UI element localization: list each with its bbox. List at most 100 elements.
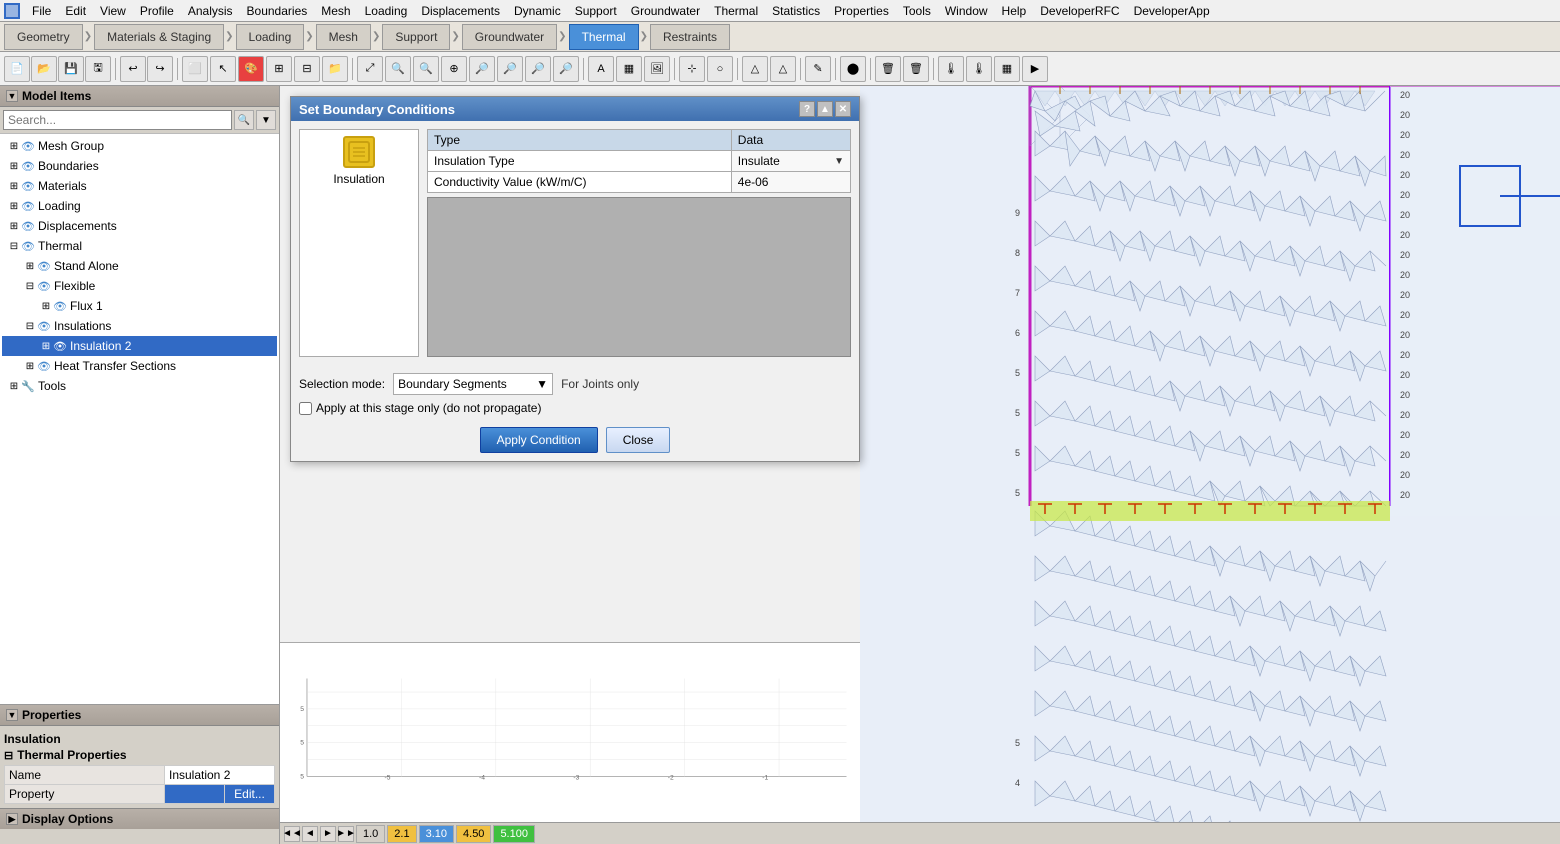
eye-icon[interactable]: 👁: [20, 158, 36, 174]
menu-analysis[interactable]: Analysis: [182, 2, 239, 20]
expand-icon[interactable]: ⊞: [40, 340, 52, 352]
menu-thermal[interactable]: Thermal: [708, 2, 764, 20]
dialog-minimize-btn[interactable]: ▲: [817, 101, 833, 117]
tab-thermal[interactable]: Thermal: [569, 24, 639, 50]
menu-tools[interactable]: Tools: [897, 2, 937, 20]
tb-fit[interactable]: ⤢: [357, 56, 383, 82]
nav-first-btn[interactable]: ◄◄: [284, 826, 300, 842]
props-collapse-btn[interactable]: ▼: [6, 709, 18, 721]
tree-item-insulation2[interactable]: ⊞ 👁 Insulation 2: [2, 336, 277, 356]
expand-icon[interactable]: ⊞: [8, 220, 20, 232]
eye-icon[interactable]: 👁: [20, 218, 36, 234]
menu-profile[interactable]: Profile: [134, 2, 180, 20]
tab-support[interactable]: Support: [382, 24, 450, 50]
dialog-titlebar[interactable]: Set Boundary Conditions ? ▲ ✕: [291, 97, 859, 121]
search-filter-btn[interactable]: ▼: [256, 110, 276, 130]
eye-icon[interactable]: 👁: [52, 298, 68, 314]
expand-icon[interactable]: ⊞: [8, 200, 20, 212]
tb-save[interactable]: 💾: [58, 56, 84, 82]
tb-image[interactable]: 🖼: [644, 56, 670, 82]
menu-developerapp[interactable]: DeveloperApp: [1128, 2, 1216, 20]
menu-edit[interactable]: Edit: [59, 2, 92, 20]
tb-redo[interactable]: ↪: [147, 56, 173, 82]
collapse-btn[interactable]: ▼: [6, 90, 18, 102]
expand-icon[interactable]: ⊞: [8, 160, 20, 172]
eye-icon[interactable]: 👁: [52, 338, 68, 354]
tb-zoom-out2[interactable]: 🔎: [497, 56, 523, 82]
dialog-help-btn[interactable]: ?: [799, 101, 815, 117]
tb-temp[interactable]: 🌡: [966, 56, 992, 82]
tree-item-heat-transfer[interactable]: ⊞ 👁 Heat Transfer Sections: [2, 356, 277, 376]
cond-data-1[interactable]: Insulate ▼: [731, 151, 850, 172]
menu-statistics[interactable]: Statistics: [766, 2, 826, 20]
dialog-close-btn[interactable]: ✕: [835, 101, 851, 117]
tab-geometry[interactable]: Geometry: [4, 24, 83, 50]
tab-groundwater[interactable]: Groundwater: [462, 24, 557, 50]
tb-new[interactable]: 📄: [4, 56, 30, 82]
menu-groundwater[interactable]: Groundwater: [625, 2, 706, 20]
tab-restraints[interactable]: Restraints: [650, 24, 730, 50]
tb-more[interactable]: ▶: [1022, 56, 1048, 82]
selection-mode-dropdown[interactable]: Boundary Segments ▼: [393, 373, 553, 395]
menu-dynamic[interactable]: Dynamic: [508, 2, 567, 20]
tb-table[interactable]: ⊞: [266, 56, 292, 82]
eye-icon[interactable]: 👁: [36, 258, 52, 274]
cond-data-2[interactable]: 4e-06: [731, 172, 850, 193]
tb-zoom-area[interactable]: ⊕: [441, 56, 467, 82]
tb-select[interactable]: ↖: [210, 56, 236, 82]
tree-item-flux1[interactable]: ⊞ 👁 Flux 1: [2, 296, 277, 316]
expand-icon[interactable]: ⊞: [24, 360, 36, 372]
tb-delete[interactable]: 🗑: [875, 56, 901, 82]
eye-icon[interactable]: 👁: [36, 318, 52, 334]
menu-window[interactable]: Window: [939, 2, 994, 20]
nav-next-btn[interactable]: ►►: [338, 826, 354, 842]
expand-icon[interactable]: ⊟: [24, 280, 36, 292]
expand-icon[interactable]: ⊟: [24, 320, 36, 332]
tree-item-loading[interactable]: ⊞ 👁 Loading: [2, 196, 277, 216]
expand-icon[interactable]: ⊞: [40, 300, 52, 312]
tb-snap[interactable]: ⊹: [679, 56, 705, 82]
nav-prev-btn[interactable]: ◄: [302, 826, 318, 842]
dropdown-arrow-icon[interactable]: ▼: [834, 156, 844, 167]
nav-play-btn[interactable]: ►: [320, 826, 336, 842]
tab-loading[interactable]: Loading: [236, 24, 305, 50]
menu-displacements[interactable]: Displacements: [415, 2, 506, 20]
tree-item-boundaries[interactable]: ⊞ 👁 Boundaries: [2, 156, 277, 176]
close-button[interactable]: Close: [606, 427, 671, 453]
tb-zoom-fit[interactable]: 🔎: [525, 56, 551, 82]
tb-calc[interactable]: ⊟: [294, 56, 320, 82]
display-options-header[interactable]: ▶ Display Options: [0, 808, 279, 829]
propagate-checkbox[interactable]: [299, 402, 312, 415]
expand-icon[interactable]: ⊞: [8, 180, 20, 192]
tb-delete2[interactable]: 🗑: [903, 56, 929, 82]
expand-icon-thermal[interactable]: ⊟: [8, 240, 20, 252]
menu-support[interactable]: Support: [569, 2, 623, 20]
display-opts-collapse-btn[interactable]: ▶: [6, 813, 18, 825]
tree-item-mesh-group[interactable]: ⊞ 👁 Mesh Group: [2, 136, 277, 156]
tree-item-materials[interactable]: ⊞ 👁 Materials: [2, 176, 277, 196]
tb-table2[interactable]: ▦: [616, 56, 642, 82]
tb-contour[interactable]: 🌡: [938, 56, 964, 82]
viewport[interactable]: 20 20 20 20 20 20 20 20 20 20 20 20 20 2…: [860, 86, 1560, 844]
menu-boundaries[interactable]: Boundaries: [241, 2, 314, 20]
tree-item-thermal[interactable]: ⊟ 👁 Thermal: [2, 236, 277, 256]
menu-view[interactable]: View: [94, 2, 132, 20]
tb-draw[interactable]: ✎: [805, 56, 831, 82]
search-execute-btn[interactable]: 🔍: [234, 110, 254, 130]
eye-icon[interactable]: 👁: [20, 138, 36, 154]
tb-undo[interactable]: ↩: [120, 56, 146, 82]
tb-angle[interactable]: △: [742, 56, 768, 82]
tree-item-displacements[interactable]: ⊞ 👁 Displacements: [2, 216, 277, 236]
tree-item-flexible[interactable]: ⊟ 👁 Flexible: [2, 276, 277, 296]
propagate-label[interactable]: Apply at this stage only (do not propaga…: [316, 401, 541, 415]
tb-snap2[interactable]: ○: [707, 56, 733, 82]
tb-open2[interactable]: 📁: [322, 56, 348, 82]
eye-icon[interactable]: 👁: [36, 358, 52, 374]
tb-zoom-win[interactable]: 🔎: [469, 56, 495, 82]
tb-text[interactable]: A: [588, 56, 614, 82]
tb-open[interactable]: 📂: [31, 56, 57, 82]
tree-item-tools[interactable]: ⊞ 🔧 Tools: [2, 376, 277, 396]
menu-properties[interactable]: Properties: [828, 2, 895, 20]
tb-zoom-in[interactable]: 🔍: [385, 56, 411, 82]
tab-mesh[interactable]: Mesh: [316, 24, 371, 50]
